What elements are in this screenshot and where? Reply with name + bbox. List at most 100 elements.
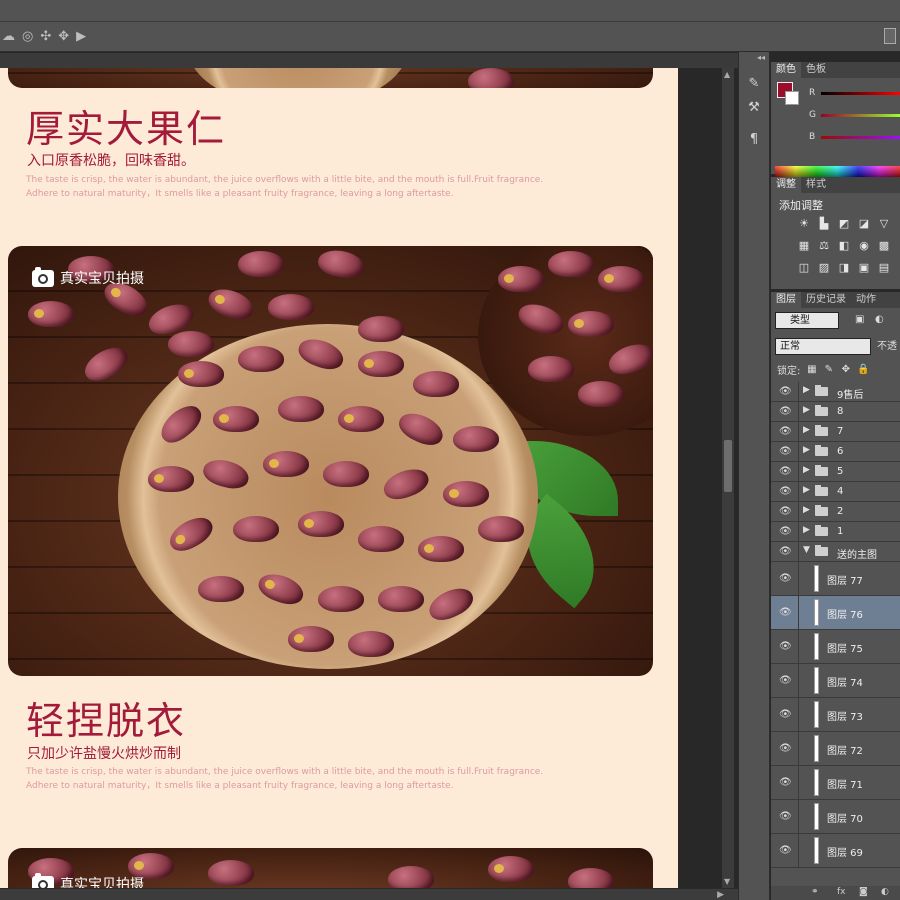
eye-icon[interactable]: 👁 bbox=[779, 506, 792, 517]
eye-icon[interactable]: 👁 bbox=[779, 486, 792, 497]
layer-group-row[interactable]: 👁 ▶ 6 bbox=[771, 442, 900, 462]
brightness-icon[interactable]: ☀ bbox=[797, 217, 811, 231]
eye-icon[interactable]: 👁 bbox=[779, 743, 792, 754]
eye-icon[interactable]: 👁 bbox=[779, 526, 792, 537]
move-icon[interactable]: ✥ bbox=[58, 29, 69, 44]
layer-row[interactable]: 👁 图层 73 bbox=[771, 698, 900, 732]
video-icon[interactable]: ▶ bbox=[76, 29, 86, 44]
expand-icon[interactable]: ▶ bbox=[803, 385, 810, 395]
tab-color[interactable]: 颜色 bbox=[771, 62, 801, 78]
eye-icon[interactable]: 👁 bbox=[779, 426, 792, 437]
layer-row[interactable]: 👁 图层 69 bbox=[771, 834, 900, 868]
expand-icon[interactable]: ▶ bbox=[803, 525, 810, 535]
horizontal-scrollbar[interactable]: ▶ bbox=[0, 888, 738, 900]
vibrance-icon[interactable]: ▽ bbox=[877, 217, 891, 231]
black-white-icon[interactable]: ◧ bbox=[837, 239, 851, 253]
eye-icon[interactable]: 👁 bbox=[779, 777, 792, 788]
scroll-down-icon[interactable]: ▼ bbox=[724, 877, 730, 886]
eye-icon[interactable]: 👁 bbox=[779, 446, 792, 457]
vertical-scroll-thumb[interactable] bbox=[724, 440, 732, 492]
layer-row[interactable]: 👁 图层 74 bbox=[771, 664, 900, 698]
eye-icon[interactable]: 👁 bbox=[779, 845, 792, 856]
red-slider[interactable] bbox=[821, 92, 900, 95]
image-filter-icon[interactable]: ▣ bbox=[855, 314, 864, 325]
scroll-up-icon[interactable]: ▲ bbox=[724, 70, 730, 79]
crosshair-icon[interactable]: ✣ bbox=[40, 29, 51, 44]
hue-saturation-icon[interactable]: ▦ bbox=[797, 239, 811, 253]
layer-group-row[interactable]: 👁 ▶ 7 bbox=[771, 422, 900, 442]
eye-icon[interactable]: 👁 bbox=[779, 466, 792, 477]
color-balance-icon[interactable]: ⚖ bbox=[817, 239, 831, 253]
layer-group-row[interactable]: 👁 ▶ 9售后 bbox=[771, 382, 900, 402]
collapse-arrows-icon[interactable]: ◂◂ bbox=[757, 53, 765, 62]
layer-group-row[interactable]: 👁 ▶ 8 bbox=[771, 402, 900, 422]
tab-swatches[interactable]: 色板 bbox=[801, 62, 831, 78]
layer-row[interactable]: 👁 图层 72 bbox=[771, 732, 900, 766]
eye-icon[interactable]: 👁 bbox=[779, 406, 792, 417]
eye-icon[interactable]: 👁 bbox=[779, 709, 792, 720]
tab-history[interactable]: 历史记录 bbox=[801, 292, 851, 308]
adjustment-filter-icon[interactable]: ◐ bbox=[875, 314, 884, 325]
layer-row[interactable]: 👁 图层 77 bbox=[771, 562, 900, 596]
expand-icon[interactable]: ▶ bbox=[803, 425, 810, 435]
expand-icon[interactable]: ▶ bbox=[803, 405, 810, 415]
layer-row[interactable]: 👁 图层 70 bbox=[771, 800, 900, 834]
layer-group-row[interactable]: 👁 ▶ 1 bbox=[771, 522, 900, 542]
photo-filter-icon[interactable]: ◉ bbox=[857, 239, 871, 253]
clone-source-icon[interactable]: ⚒ bbox=[744, 98, 764, 118]
gradient-map-icon[interactable]: ▤ bbox=[877, 261, 891, 275]
expand-icon[interactable]: ▶ bbox=[803, 485, 810, 495]
eye-icon[interactable]: 👁 bbox=[779, 675, 792, 686]
levels-icon[interactable]: ▙ bbox=[817, 217, 831, 231]
tab-layers[interactable]: 图层 bbox=[771, 292, 801, 308]
blue-slider[interactable] bbox=[821, 136, 900, 139]
eye-icon[interactable]: 👁 bbox=[779, 811, 792, 822]
layer-row-selected[interactable]: 👁 图层 76 bbox=[771, 596, 900, 630]
layer-row[interactable]: 👁 图层 71 bbox=[771, 766, 900, 800]
curves-icon[interactable]: ◩ bbox=[837, 217, 851, 231]
layer-row[interactable]: 👁 图层 75 bbox=[771, 630, 900, 664]
tab-adjustments[interactable]: 调整 bbox=[771, 177, 801, 193]
collapse-icon[interactable]: ▼ bbox=[803, 545, 810, 555]
vertical-scrollbar[interactable]: ▲ ▼ bbox=[722, 68, 734, 888]
eye-icon[interactable]: 👁 bbox=[779, 607, 792, 618]
green-slider[interactable] bbox=[821, 114, 900, 117]
link-icon[interactable]: ⚭ bbox=[811, 887, 819, 897]
exposure-icon[interactable]: ◪ bbox=[857, 217, 871, 231]
lock-all-icon[interactable]: 🔒 bbox=[857, 364, 869, 375]
blend-mode-select[interactable]: 正常 bbox=[775, 338, 871, 355]
lock-position-icon[interactable]: ✥ bbox=[840, 364, 851, 375]
eye-icon[interactable]: 👁 bbox=[779, 546, 792, 557]
eye-icon[interactable]: 👁 bbox=[779, 386, 792, 397]
threshold-icon[interactable]: ◨ bbox=[837, 261, 851, 275]
eye-icon[interactable]: 👁 bbox=[779, 641, 792, 652]
lock-pixels-icon[interactable]: ✎ bbox=[823, 364, 834, 375]
layer-kind-filter[interactable]: 类型 bbox=[775, 312, 839, 329]
scroll-right-icon[interactable]: ▶ bbox=[717, 890, 724, 900]
invert-icon[interactable]: ◫ bbox=[797, 261, 811, 275]
eye-icon[interactable]: 👁 bbox=[779, 573, 792, 584]
tab-styles[interactable]: 样式 bbox=[801, 177, 831, 193]
open-layer-group-row[interactable]: 👁 ▼ 送的主图 bbox=[771, 542, 900, 562]
expand-icon[interactable]: ▶ bbox=[803, 505, 810, 515]
layer-group-row[interactable]: 👁 ▶ 5 bbox=[771, 462, 900, 482]
layer-group-row[interactable]: 👁 ▶ 4 bbox=[771, 482, 900, 502]
tab-actions[interactable]: 动作 bbox=[851, 292, 881, 308]
expand-icon[interactable]: ▶ bbox=[803, 445, 810, 455]
channel-mixer-icon[interactable]: ▩ bbox=[877, 239, 891, 253]
layer-group-row[interactable]: 👁 ▶ 2 bbox=[771, 502, 900, 522]
target-icon[interactable]: ◎ bbox=[22, 29, 33, 44]
posterize-icon[interactable]: ▨ bbox=[817, 261, 831, 275]
expand-icon[interactable]: ▶ bbox=[803, 465, 810, 475]
selective-color-icon[interactable]: ▣ bbox=[857, 261, 871, 275]
cloud-icon[interactable]: ☁ bbox=[2, 29, 15, 44]
brush-preset-icon[interactable]: ✎ bbox=[744, 74, 764, 94]
panel-toggle-icon[interactable] bbox=[884, 28, 896, 44]
background-color-swatch[interactable] bbox=[785, 91, 799, 105]
mask-icon[interactable]: ◙ bbox=[859, 887, 868, 897]
lock-transparency-icon[interactable]: ▦ bbox=[806, 364, 817, 375]
paragraph-icon[interactable]: ¶ bbox=[744, 130, 764, 150]
document-canvas[interactable]: 厚实大果仁 入口原香松脆，回味香甜。 The taste is crisp, t… bbox=[0, 68, 678, 888]
fx-icon[interactable]: fx bbox=[837, 887, 846, 897]
adjustment-layer-icon[interactable]: ◐ bbox=[881, 887, 889, 897]
